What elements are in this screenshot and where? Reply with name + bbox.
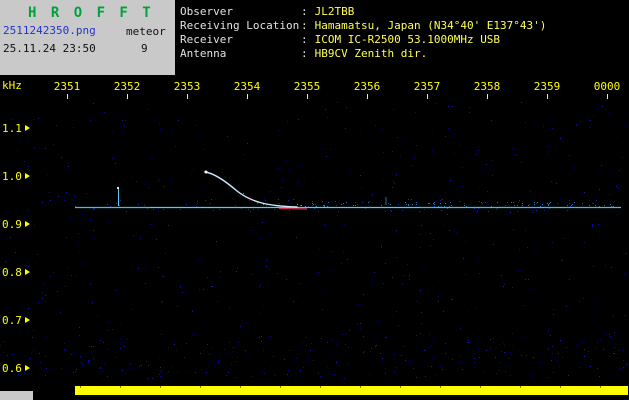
time-tick-label: 2356 [354,80,381,93]
app-title: H R O F F T [28,5,154,21]
time-tick-label: 2357 [414,80,441,93]
info-label: Observer [180,5,233,18]
station-info-row: Receiver: ICOM IC-R2500 53.1000MHz USB [175,33,629,47]
freq-tick-label: 0.6 [2,362,22,375]
signal-level-bar [75,386,628,395]
station-info-panel: Observer: JL2TBB Receiving Location: Hamama… [175,0,629,75]
info-separator: : [301,33,308,46]
freq-unit-label: kHz [2,79,22,92]
time-tick [127,94,128,99]
freq-tick-label: 0.9 [2,218,22,231]
datetime-label: 25.11.24 23:50 [3,42,96,55]
freq-tick [25,125,30,131]
info-label: Antenna [180,47,227,60]
time-tick [67,94,68,99]
freq-tick-label: 1.0 [2,170,22,183]
time-tick-label: 2352 [114,80,141,93]
info-value: Hamamatsu, Japan (N34°40' E137°43') [314,19,547,32]
background-noise [0,101,627,379]
spectrogram: kHz 2351 2352 2353 2354 2355 2356 2357 2358 2359 0… [0,79,628,400]
time-tick-label: 2351 [54,80,81,93]
output-filename: 2511242350.png [3,24,96,37]
info-separator: : [301,19,308,32]
time-tick-label: 2358 [474,80,501,93]
time-tick-label: 2354 [234,80,261,93]
freq-tick [25,173,30,179]
signal-level-strip [0,386,628,400]
hrofft-window: H R O F F T 2511242350.png meteor 25.11.… [0,0,629,400]
station-info-row: Antenna: HB9CV Zenith dir. [175,47,629,61]
station-info-row: Observer: JL2TBB [175,5,629,19]
time-tick [247,94,248,99]
freq-tick [25,365,30,371]
info-value: JL2TBB [314,5,355,18]
time-tick-label: 0000 [594,80,621,93]
freq-tick-label: 0.7 [2,314,22,327]
info-value: HB9CV Zenith dir. [314,47,428,60]
echo-doppler-red [278,207,308,210]
echo-count: 9 [141,42,148,55]
freq-tick [25,269,30,275]
axes: kHz 2351 2352 2353 2354 2355 2356 2357 2358 2359 0… [2,79,620,375]
time-tick [607,94,608,99]
time-tick [487,94,488,99]
info-separator: : [301,47,308,60]
short-echo-head [117,187,119,189]
signals [75,170,621,210]
station-info-row: Receiving Location: Hamamatsu, Japan (N34… [175,19,629,33]
time-tick [307,94,308,99]
corner-fragment [0,391,33,400]
time-tick-label: 2353 [174,80,201,93]
time-tick [187,94,188,99]
info-value: ICOM IC-R2500 53.1000MHz USB [314,33,501,46]
header-left-panel: H R O F F T 2511242350.png meteor 25.11.… [0,0,175,75]
info-separator: : [301,5,308,18]
freq-tick-label: 1.1 [2,122,22,135]
freq-tick [25,221,30,227]
mode-label: meteor [126,25,166,38]
meteor-echo-trace [204,171,298,208]
freq-tick [25,317,30,323]
info-label: Receiving Location [180,19,300,32]
time-tick [547,94,548,99]
meteor-echo-head [204,170,208,174]
time-tick [367,94,368,99]
time-tick-label: 2355 [294,80,321,93]
time-tick-label: 2359 [534,80,561,93]
time-tick [427,94,428,99]
freq-tick-label: 0.8 [2,266,22,279]
info-label: Receiver [180,33,233,46]
